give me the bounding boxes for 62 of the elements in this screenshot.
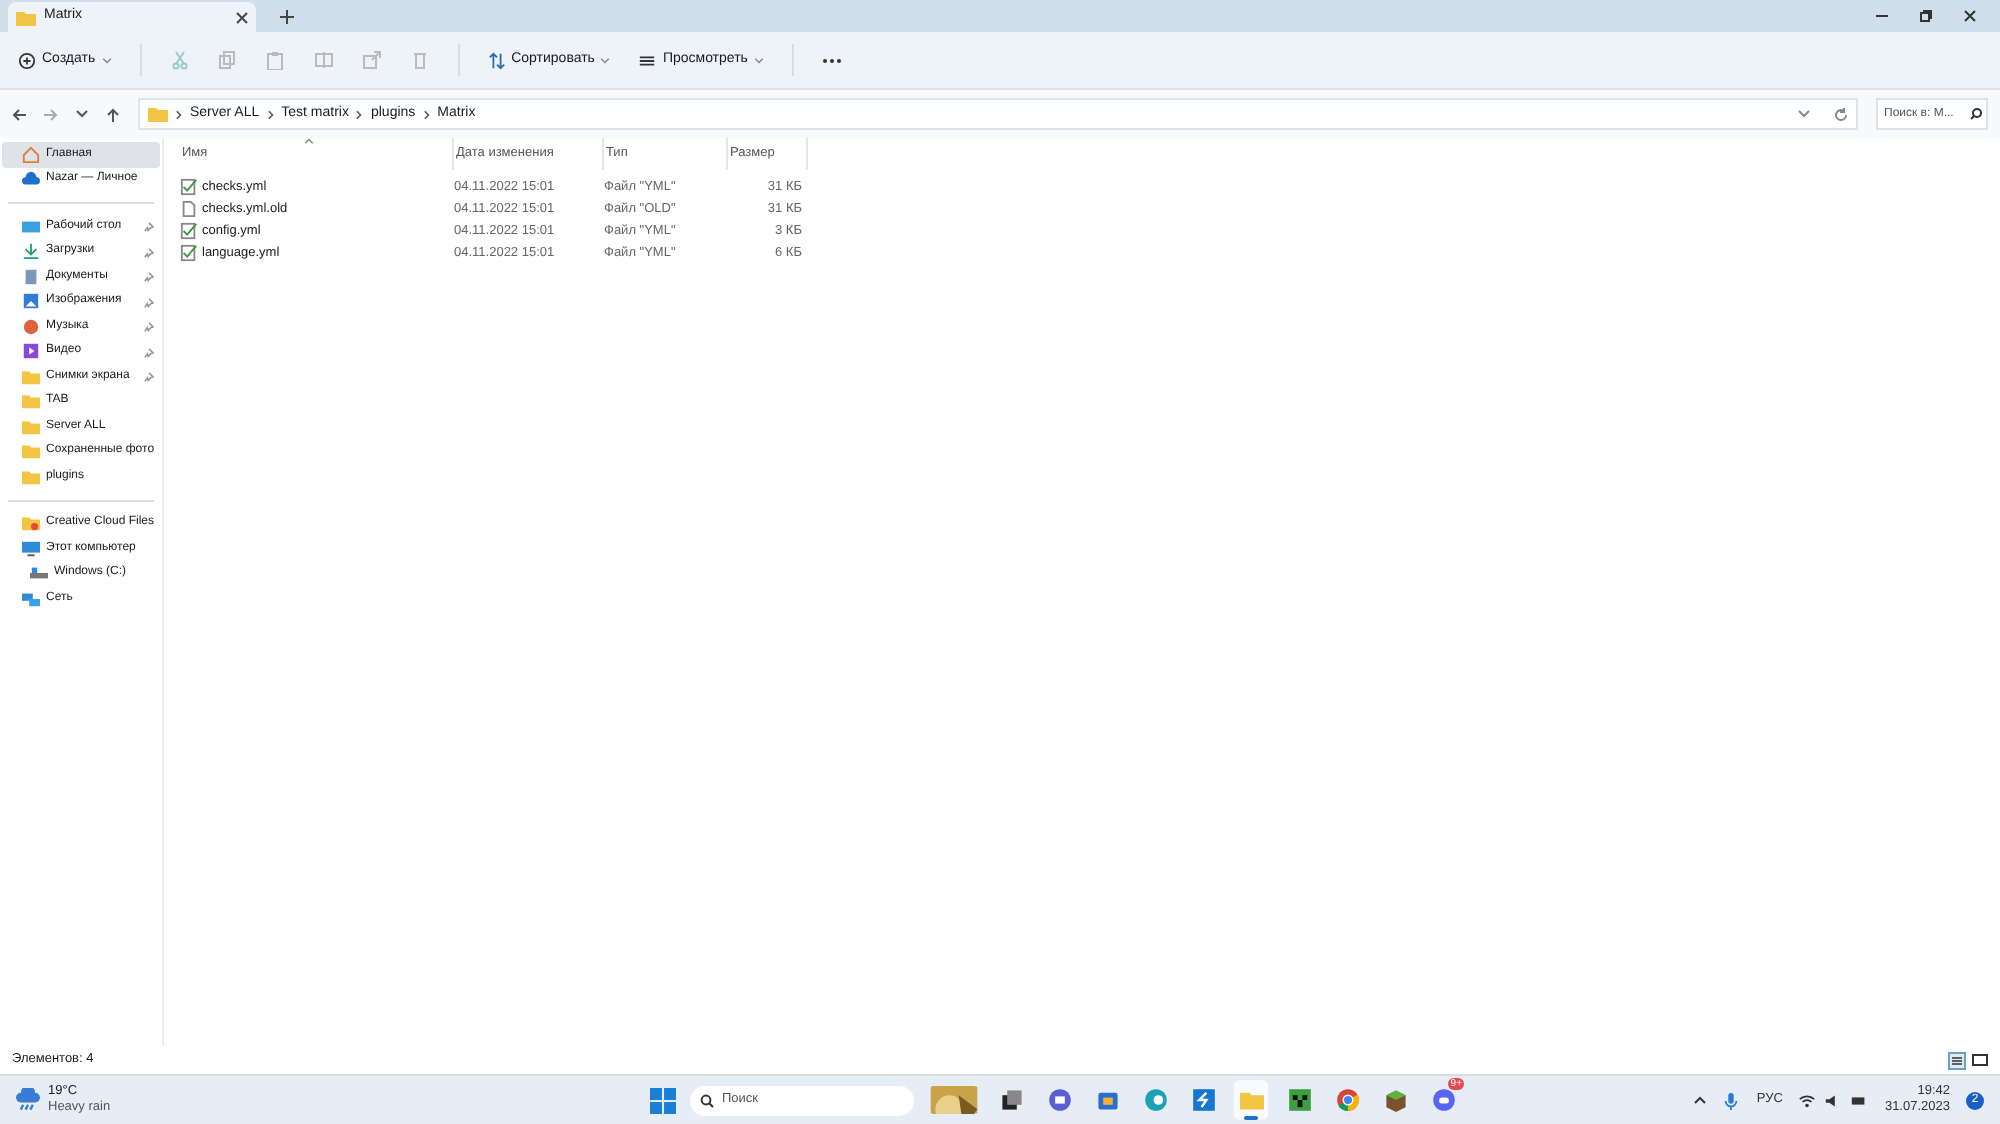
music-icon	[22, 317, 40, 336]
house-icon	[22, 145, 40, 164]
folder-icon	[148, 106, 168, 122]
chevron-down-icon[interactable]	[76, 110, 88, 118]
image-icon	[22, 292, 40, 311]
back-icon[interactable]	[12, 107, 26, 121]
store-icon	[1095, 1088, 1119, 1112]
document-check-icon	[180, 244, 198, 262]
up-icon[interactable]	[106, 107, 120, 121]
pin-icon	[144, 272, 154, 282]
maximize-icon[interactable]	[1920, 10, 1932, 22]
search-icon	[1970, 108, 1982, 120]
chat-icon	[1047, 1088, 1071, 1112]
download-icon	[22, 242, 40, 261]
drive-icon	[30, 564, 48, 583]
chevron-right-icon	[356, 109, 363, 119]
chevron-down-icon	[600, 57, 611, 63]
monitor-icon	[22, 217, 40, 236]
cloud-rain-icon	[16, 1088, 40, 1112]
windows-icon[interactable]	[650, 1087, 676, 1113]
cloud-icon	[22, 170, 40, 189]
pin-icon	[144, 247, 154, 257]
network-icon	[22, 589, 40, 608]
document-icon	[180, 200, 198, 218]
chevron-down-icon[interactable]	[1798, 110, 1810, 118]
folder-icon	[1239, 1088, 1263, 1112]
pin-icon	[144, 347, 154, 357]
monitor-icon	[22, 539, 40, 558]
folder-icon	[16, 9, 36, 25]
lines-icon	[638, 51, 657, 69]
pin-icon	[144, 222, 154, 232]
wifi-icon[interactable]	[1798, 1091, 1817, 1109]
chevron-down-icon	[753, 57, 764, 63]
chevron-right-icon	[267, 109, 274, 119]
pin-icon	[144, 322, 154, 332]
details-view-icon[interactable]	[1948, 1051, 1966, 1069]
sort-icon	[487, 51, 506, 69]
chevron-right-icon	[423, 109, 430, 119]
pin-icon	[144, 297, 154, 307]
document-icon	[22, 267, 40, 286]
tiles-view-icon[interactable]	[1972, 1053, 1988, 1067]
chevron-up-icon[interactable]	[1694, 1096, 1707, 1104]
more-icon[interactable]	[821, 57, 842, 63]
refresh-icon[interactable]	[1834, 107, 1848, 121]
creeper-icon	[1287, 1088, 1311, 1112]
pin-icon	[144, 372, 154, 382]
search-icon	[700, 1093, 714, 1107]
microphone-icon[interactable]	[1722, 1091, 1741, 1109]
task-view-icon	[999, 1088, 1023, 1112]
document-check-icon	[180, 222, 198, 240]
video-icon	[22, 342, 40, 361]
app-icon	[1191, 1088, 1215, 1112]
new-tab-icon[interactable]	[280, 10, 294, 24]
folder-icon	[22, 514, 40, 533]
document-check-icon	[180, 178, 198, 196]
close-icon[interactable]	[1964, 10, 1976, 22]
chevron-down-icon	[101, 57, 112, 63]
plus-circle-icon	[18, 51, 36, 69]
minimize-icon[interactable]	[1876, 10, 1888, 22]
close-icon[interactable]	[236, 11, 248, 23]
chevron-right-icon	[176, 109, 182, 119]
grass-block-icon	[1383, 1088, 1407, 1112]
